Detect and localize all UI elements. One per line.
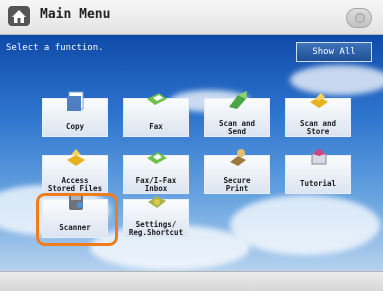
secure-print-label: Secure Print [223, 176, 251, 193]
title-bar: Main Menu [0, 0, 383, 35]
tutorial-button[interactable]: Tutorial [285, 148, 351, 194]
settings-reg-shortcut-label: Settings/Reg.Shortcut [128, 220, 184, 237]
page-title: Main Menu [40, 7, 111, 22]
stop-icon [355, 13, 365, 23]
instruction-text: Select a function. [6, 43, 104, 53]
tutorial-icon [307, 146, 331, 170]
scan-and-send-label: Scan and Send [218, 119, 256, 136]
fax-inbox-button[interactable]: Fax/I-Fax Inbox [123, 152, 189, 194]
settings-reg-shortcut-button[interactable]: Settings/Reg.Shortcut [123, 196, 189, 238]
secure-print-button[interactable]: Secure Print [204, 149, 270, 194]
fax-icon [145, 89, 169, 113]
fax-button[interactable]: Fax [123, 93, 189, 137]
status-bar [0, 271, 383, 291]
scan-and-send-icon [226, 89, 250, 113]
scan-and-store-icon [307, 89, 331, 113]
access-stored-files-icon [64, 146, 88, 170]
function-area: Select a function. Show All Copy Fax Sca… [0, 35, 383, 271]
scan-and-store-button[interactable]: Scan and Store [285, 93, 351, 137]
scanner-highlight [36, 193, 118, 246]
scan-and-store-label: Scan and Store [299, 119, 337, 136]
copy-button[interactable]: Copy [42, 91, 108, 137]
main-menu-screen: Main Menu Select a function. Show All Co… [0, 0, 383, 291]
secure-print-icon [226, 146, 250, 170]
access-stored-files-button[interactable]: Access Stored Files [42, 149, 108, 194]
fax-inbox-icon [145, 146, 169, 170]
copy-label: Copy [65, 122, 85, 131]
fax-label: Fax [149, 122, 163, 131]
copy-icon [64, 89, 88, 113]
tutorial-label: Tutorial [299, 179, 337, 188]
main-menu-home-icon[interactable] [7, 5, 31, 27]
scan-and-send-button[interactable]: Scan and Send [204, 91, 270, 137]
stop-button[interactable] [346, 8, 372, 28]
show-all-button[interactable]: Show All [296, 42, 372, 62]
settings-icon [145, 190, 169, 214]
